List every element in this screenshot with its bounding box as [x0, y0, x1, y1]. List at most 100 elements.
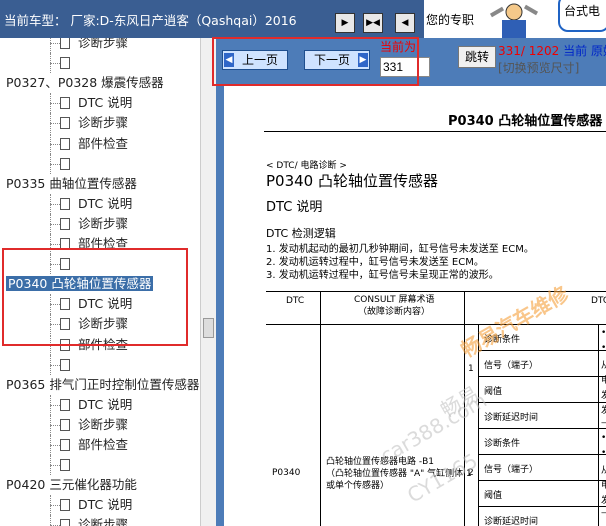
sidebar-item[interactable]: 部件检查 [78, 134, 128, 154]
tree-connector [50, 465, 60, 467]
nav-double-icon[interactable]: ▶◀ [363, 13, 383, 33]
table-cell-fragment: 发 [601, 391, 606, 401]
sidebar-item[interactable]: 诊断步骤 [78, 38, 128, 53]
sidebar-group-label: P0327、P0328 爆震传感器 [6, 75, 164, 91]
sidebar-group[interactable]: P0327、P0328 爆震传感器 [6, 73, 164, 93]
tree-connector [50, 163, 60, 165]
car-model-title: 当前车型： 厂家:D-东风日产逍客（Qashqai）2016 [4, 13, 297, 28]
nav-back-icon[interactable]: ◀ [395, 13, 415, 33]
tree-connector [50, 424, 60, 426]
tree-connector [50, 223, 60, 225]
badge-text: 台式电 [564, 4, 601, 18]
scrollbar-thumb[interactable] [203, 318, 214, 338]
table-cell: 诊断延迟时间 [484, 517, 539, 526]
table-col-rule [320, 292, 321, 526]
header-rule [264, 131, 606, 132]
document-icon [60, 519, 70, 526]
col-dtc-header: DTC [286, 296, 305, 306]
document-icon [60, 499, 70, 512]
table-rule [478, 350, 606, 351]
sidebar-item[interactable]: DTC 说明 [78, 93, 132, 113]
document-icon [60, 358, 70, 371]
table-cell-fragment: — [601, 508, 606, 518]
document-icon [60, 217, 70, 230]
table-cell-fragment: • [601, 448, 606, 458]
table-col-rule [598, 324, 599, 526]
sidebar-item[interactable]: DTC 说明 [78, 395, 132, 415]
document-icon [60, 459, 70, 472]
tree-connector [50, 445, 60, 446]
pc-badge[interactable]: 台式电 [558, 0, 606, 32]
original-link[interactable]: 原始 [591, 44, 606, 58]
table-cell: 阈值 [484, 387, 503, 397]
sidebar-item[interactable]: 诊断步骤 [78, 415, 128, 435]
table-cell-fragment: 从 [601, 466, 606, 476]
document-icon [60, 38, 70, 49]
table-cell: 信号（端子） [484, 361, 539, 371]
tree-connector [50, 123, 60, 125]
tree-connector [50, 244, 60, 245]
tree-connector [50, 364, 60, 366]
term-line-3: 或单个传感器） [326, 481, 390, 491]
table-cell-fragment: — [601, 418, 606, 428]
sidebar-item[interactable]: 诊断步骤 [78, 113, 128, 133]
table-cell-fragment: 发 [601, 496, 606, 506]
document-icon [60, 418, 70, 431]
table-cell-fragment: 电 [601, 481, 606, 491]
tree-connector [50, 143, 60, 145]
document-icon [60, 97, 70, 110]
subsection-title: DTC 检测逻辑 [266, 227, 336, 240]
document-page: P0340 凸轮轴位置传感器 < DTC/ 电路诊断 > P0340 凸轮轴位置… [224, 86, 606, 526]
table-rule [478, 506, 606, 507]
sidebar-item[interactable]: DTC 说明 [78, 194, 132, 214]
table-cell-fragment: • [601, 328, 606, 338]
sidebar-group[interactable]: P0335 曲轴位置传感器 [6, 174, 137, 194]
section-title: DTC 说明 [266, 200, 323, 215]
table-rule [478, 480, 606, 481]
sidebar-item[interactable]: 部件检查 [78, 435, 128, 455]
switch-size-link[interactable]: [切换预览尺寸] [498, 59, 579, 76]
sidebar-highlight [2, 248, 188, 346]
current-link[interactable]: 当前 [563, 44, 587, 58]
mechanic-icon [484, 0, 544, 38]
tree-connector [50, 43, 60, 44]
page-count: 331/ 1202 当前 原始 [498, 42, 606, 59]
tree-connector [50, 103, 60, 105]
sidebar-group[interactable]: P0365 排气门正时控制位置传感器 [6, 375, 199, 395]
document-icon [60, 439, 70, 451]
document-icon [60, 157, 70, 170]
dtc-code: P0340 [272, 468, 301, 478]
toolbar-highlight [212, 37, 419, 86]
page-title: P0340 凸轮轴位置传感器 [266, 172, 438, 190]
table-cell: 诊断延迟时间 [484, 413, 539, 423]
page-count-value: 331/ 1202 [498, 44, 560, 58]
jump-button[interactable]: 跳转 [458, 46, 496, 68]
nav-prev-icon[interactable]: ▶ [335, 13, 355, 33]
sidebar-item[interactable]: DTC 说明 [78, 495, 132, 515]
row-number: 1 [468, 364, 474, 374]
banner-text: 您的专职 [426, 13, 475, 27]
sidebar-group[interactable]: P0420 三元催化器功能 [6, 475, 137, 495]
top-bar: 当前车型： 厂家:D-东风日产逍客（Qashqai）2016 ▶ ▶◀ ◀ 您的… [0, 0, 606, 38]
table-cell-fragment: • [601, 433, 606, 443]
document-icon [60, 57, 70, 70]
logic-line-3: 3. 发动机运转过程中，缸号信号未呈现正常的波形。 [266, 270, 499, 281]
sidebar-item[interactable]: 诊断步骤 [78, 214, 128, 234]
table-rule [266, 324, 606, 325]
table-cell: 阈值 [484, 491, 503, 501]
sidebar-group-label: P0335 曲轴位置传感器 [6, 175, 137, 191]
tree-connector [50, 38, 51, 54]
ad-banner[interactable]: 您的专职 台式电 [424, 0, 606, 38]
table-cell-fragment: • [601, 343, 606, 353]
table-rule [478, 428, 606, 429]
sidebar-item[interactable]: 诊断步骤 [78, 515, 128, 526]
table-cell: 信号（端子） [484, 465, 539, 475]
document-icon [60, 137, 70, 150]
document-icon [60, 117, 70, 130]
document-icon [60, 398, 70, 411]
sidebar-scrollbar[interactable] [200, 38, 216, 526]
table-rule [478, 402, 606, 403]
table-cell-fragment: 从 [601, 361, 606, 371]
sidebar-group-label: P0365 排气门正时控制位置传感器 [6, 376, 200, 392]
col-dtc2-header: DTC [591, 296, 606, 306]
